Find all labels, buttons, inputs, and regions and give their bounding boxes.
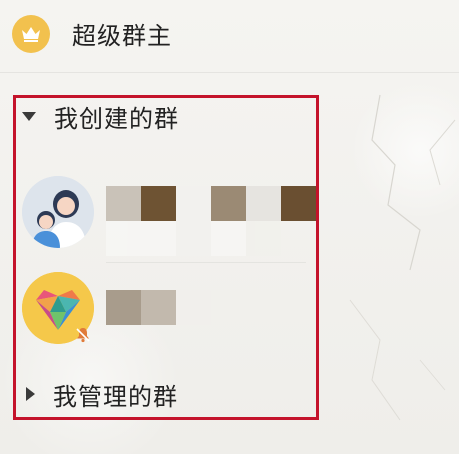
list-item[interactable] [20,272,440,352]
crown-badge [12,15,50,53]
section-divider [0,72,459,73]
expand-arrow-down-icon [22,111,36,121]
list-item[interactable] [20,176,440,256]
super-group-owner-row[interactable]: 超级群主 [0,0,459,72]
family-avatar-icon [22,176,94,248]
super-group-owner-title: 超级群主 [72,22,172,50]
group-header-created-label: 我创建的群 [54,104,179,133]
blurred-group-name [106,290,211,325]
family-avatar [22,176,94,248]
contacts-groups-page: 超级群主 我创建的群 我管理的群 [0,0,459,454]
bell-muted-icon [76,328,90,343]
item-divider [106,262,306,263]
group-header-created[interactable]: 我创建的群 [16,98,179,134]
blurred-group-name [106,186,316,221]
group-header-managed-label: 我管理的群 [53,382,178,411]
expand-arrow-right-icon [26,387,35,401]
blurred-group-subtitle [106,221,281,256]
group-header-managed[interactable]: 我管理的群 [16,376,178,412]
highlight-frame [13,95,319,420]
crown-icon [22,27,40,42]
